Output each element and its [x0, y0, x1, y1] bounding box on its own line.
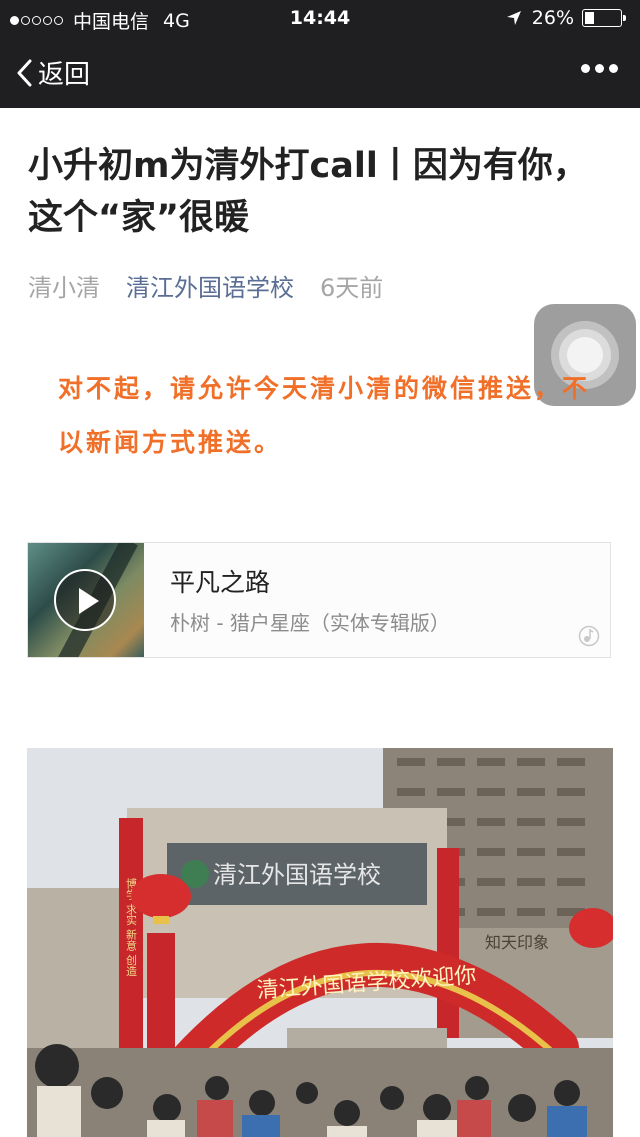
more-options-button[interactable] [576, 64, 618, 73]
play-icon[interactable] [54, 569, 116, 631]
nav-bar: 返回 [0, 36, 640, 108]
music-card[interactable]: 平凡之路 朴树 - 猎户星座（实体专辑版） [27, 542, 611, 658]
article-title: 小升初m为清外打call丨因为有你，这个“家”很暖 [28, 146, 588, 238]
article-author: 清小清 [28, 274, 100, 302]
school-entrance-photo: 清江外国语学校 知天印象 博学 求实 新意 创造 清江外国语学校欢迎你 [27, 748, 613, 1137]
song-artist: 朴树 - 猎户星座（实体专辑版） [170, 611, 450, 635]
article-meta: 清小清 清江外国语学校 6天前 [28, 268, 383, 303]
building-sign-text: 清江外国语学校 [213, 861, 381, 889]
album-cover [28, 543, 144, 657]
shop-sign-text: 知天印象 [485, 933, 549, 952]
chevron-left-icon [17, 59, 32, 86]
top-bar: 中国电信 4G 14:44 26% 返回 [0, 0, 640, 108]
article-intro: 对不起，请允许今天清小清的微信推送，不以新闻方式推送。 [58, 374, 591, 457]
battery-icon [582, 9, 626, 27]
status-bar: 中国电信 4G 14:44 26% [0, 0, 640, 36]
publish-time: 6天前 [320, 274, 384, 302]
account-link[interactable]: 清江外国语学校 [126, 268, 294, 303]
back-label: 返回 [38, 60, 91, 90]
music-note-icon [578, 625, 600, 647]
song-title: 平凡之路 [170, 568, 271, 597]
battery-percent: 26% [531, 7, 574, 29]
location-arrow-icon [506, 11, 521, 25]
back-button[interactable]: 返回 [16, 54, 90, 91]
article-photo: 清江外国语学校 知天印象 博学 求实 新意 创造 清江外国语学校欢迎你 [27, 748, 613, 1137]
